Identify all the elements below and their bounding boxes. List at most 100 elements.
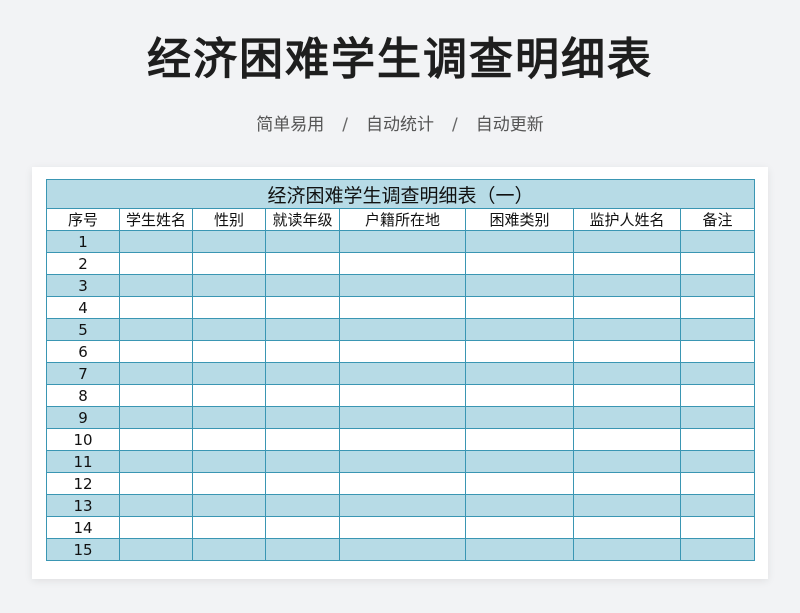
cell-gender[interactable] [192,230,266,253]
cell-remarks[interactable] [679,384,756,407]
cell-difficulty-type[interactable] [465,428,574,451]
cell-index[interactable]: 7 [46,362,120,385]
cell-guardian-name[interactable] [573,516,681,539]
cell-index[interactable]: 10 [46,428,120,451]
cell-index[interactable]: 8 [46,384,120,407]
cell-guardian-name[interactable] [573,450,681,473]
cell-index[interactable]: 11 [46,450,120,473]
cell-guardian-name[interactable] [573,428,681,451]
cell-hukou[interactable] [339,428,466,451]
cell-remarks[interactable] [679,362,756,385]
cell-gender[interactable] [192,362,266,385]
cell-student-name[interactable] [119,538,193,561]
cell-hukou[interactable] [339,516,466,539]
cell-hukou[interactable] [339,340,466,363]
cell-gender[interactable] [192,472,266,495]
cell-grade[interactable] [265,428,340,451]
cell-hukou[interactable] [339,406,466,429]
cell-student-name[interactable] [119,428,193,451]
cell-hukou[interactable] [339,362,466,385]
cell-guardian-name[interactable] [573,318,681,341]
cell-grade[interactable] [265,384,340,407]
cell-remarks[interactable] [679,538,756,561]
cell-remarks[interactable] [679,516,756,539]
cell-guardian-name[interactable] [573,384,681,407]
cell-remarks[interactable] [679,428,756,451]
cell-grade[interactable] [265,274,340,297]
cell-difficulty-type[interactable] [465,362,574,385]
cell-remarks[interactable] [679,252,756,275]
cell-hukou[interactable] [339,494,466,517]
cell-hukou[interactable] [339,384,466,407]
cell-remarks[interactable] [679,450,756,473]
cell-grade[interactable] [265,252,340,275]
cell-gender[interactable] [192,340,266,363]
cell-remarks[interactable] [679,318,756,341]
cell-grade[interactable] [265,472,340,495]
cell-difficulty-type[interactable] [465,494,574,517]
cell-gender[interactable] [192,494,266,517]
cell-remarks[interactable] [679,296,756,319]
cell-gender[interactable] [192,516,266,539]
cell-difficulty-type[interactable] [465,230,574,253]
cell-gender[interactable] [192,296,266,319]
cell-guardian-name[interactable] [573,296,681,319]
cell-difficulty-type[interactable] [465,252,574,275]
cell-remarks[interactable] [679,494,756,517]
cell-student-name[interactable] [119,362,193,385]
cell-remarks[interactable] [679,230,756,253]
cell-student-name[interactable] [119,516,193,539]
cell-index[interactable]: 1 [46,230,120,253]
cell-student-name[interactable] [119,494,193,517]
cell-gender[interactable] [192,384,266,407]
header-cell-gender[interactable]: 性别 [192,208,266,231]
cell-hukou[interactable] [339,472,466,495]
cell-student-name[interactable] [119,252,193,275]
cell-index[interactable]: 12 [46,472,120,495]
cell-index[interactable]: 5 [46,318,120,341]
cell-hukou[interactable] [339,274,466,297]
cell-student-name[interactable] [119,340,193,363]
cell-student-name[interactable] [119,472,193,495]
cell-grade[interactable] [265,450,340,473]
header-cell-index[interactable]: 序号 [46,208,120,231]
cell-difficulty-type[interactable] [465,340,574,363]
cell-index[interactable]: 9 [46,406,120,429]
cell-remarks[interactable] [679,472,756,495]
cell-student-name[interactable] [119,318,193,341]
cell-gender[interactable] [192,406,266,429]
cell-difficulty-type[interactable] [465,406,574,429]
cell-guardian-name[interactable] [573,362,681,385]
cell-remarks[interactable] [679,274,756,297]
header-cell-student-name[interactable]: 学生姓名 [119,208,193,231]
cell-student-name[interactable] [119,450,193,473]
cell-hukou[interactable] [339,318,466,341]
cell-gender[interactable] [192,318,266,341]
cell-gender[interactable] [192,274,266,297]
cell-difficulty-type[interactable] [465,450,574,473]
cell-gender[interactable] [192,428,266,451]
cell-grade[interactable] [265,362,340,385]
cell-guardian-name[interactable] [573,252,681,275]
cell-guardian-name[interactable] [573,494,681,517]
cell-grade[interactable] [265,340,340,363]
cell-grade[interactable] [265,406,340,429]
cell-index[interactable]: 14 [46,516,120,539]
header-cell-grade[interactable]: 就读年级 [265,208,340,231]
cell-index[interactable]: 3 [46,274,120,297]
cell-hukou[interactable] [339,230,466,253]
header-cell-hukou[interactable]: 户籍所在地 [339,208,466,231]
cell-difficulty-type[interactable] [465,516,574,539]
cell-student-name[interactable] [119,274,193,297]
cell-index[interactable]: 6 [46,340,120,363]
cell-gender[interactable] [192,450,266,473]
cell-guardian-name[interactable] [573,538,681,561]
cell-difficulty-type[interactable] [465,384,574,407]
cell-remarks[interactable] [679,340,756,363]
cell-grade[interactable] [265,494,340,517]
cell-student-name[interactable] [119,230,193,253]
cell-hukou[interactable] [339,450,466,473]
cell-index[interactable]: 15 [46,538,120,561]
header-cell-guardian-name[interactable]: 监护人姓名 [573,208,681,231]
cell-grade[interactable] [265,230,340,253]
